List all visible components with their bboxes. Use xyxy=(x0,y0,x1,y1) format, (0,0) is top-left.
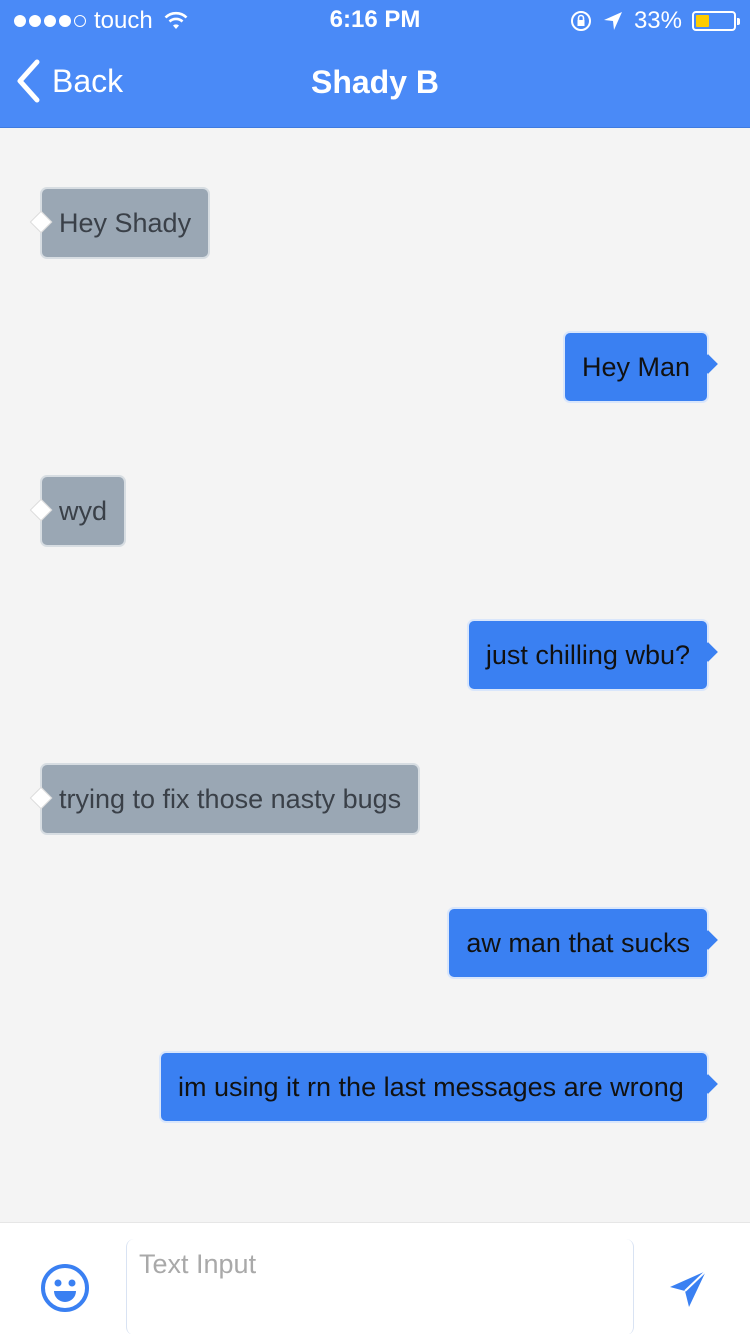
composer-bar xyxy=(0,1222,750,1334)
outgoing-message-bubble[interactable]: just chilling wbu? xyxy=(466,619,709,691)
incoming-message-bubble[interactable]: trying to fix those nasty bugs xyxy=(40,763,421,835)
status-right: 33% xyxy=(570,7,740,35)
outgoing-message-bubble[interactable]: im using it rn the last messages are wro… xyxy=(159,1051,709,1123)
message-text-input[interactable] xyxy=(126,1239,634,1334)
orientation-lock-icon xyxy=(570,11,591,31)
conversation-title: Shady B xyxy=(310,64,440,100)
battery-icon xyxy=(692,11,740,31)
incoming-message-bubble[interactable]: wyd xyxy=(40,475,127,547)
location-arrow-icon xyxy=(603,12,622,30)
incoming-message-bubble[interactable]: Hey Shady xyxy=(40,187,211,259)
emoji-icon[interactable] xyxy=(40,1263,90,1313)
message-list[interactable]: Hey Shady Hey Man wyd just chilling wbu?… xyxy=(0,128,750,1222)
send-icon[interactable] xyxy=(668,1269,708,1309)
header: touch 6:16 PM 33% Back Shady B xyxy=(0,0,750,128)
battery-percent: 33% xyxy=(633,7,682,34)
battery-fill xyxy=(696,15,710,27)
outgoing-message-bubble[interactable]: aw man that sucks xyxy=(447,907,709,979)
outgoing-message-bubble[interactable]: Hey Man xyxy=(562,331,709,403)
navigation-bar: Back Shady B xyxy=(0,44,750,124)
status-bar: touch 6:16 PM 33% xyxy=(0,0,750,40)
